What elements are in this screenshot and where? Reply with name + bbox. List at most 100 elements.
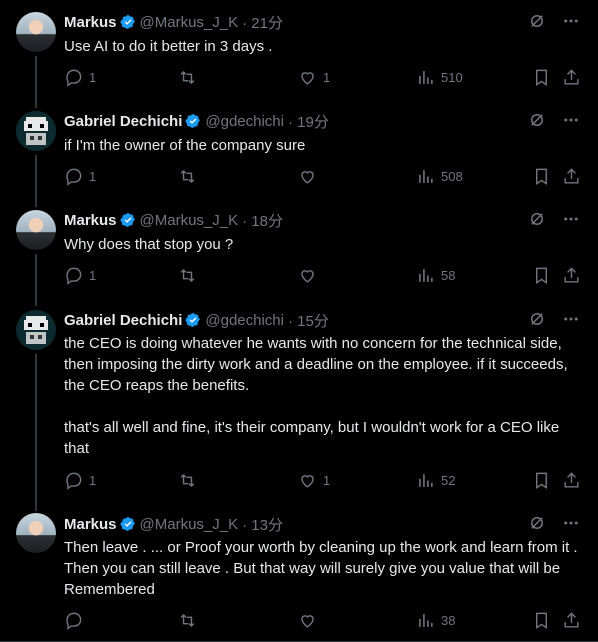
author-name[interactable]: Gabriel Dechichi [64, 113, 182, 130]
author-name[interactable]: Markus [64, 212, 117, 229]
views-icon [419, 614, 433, 627]
tweet-text: the CEO is doing whatever he wants with … [64, 335, 568, 457]
action-bar: 38 [64, 611, 580, 631]
heart-icon [301, 270, 314, 283]
avatar[interactable] [16, 210, 56, 250]
tweet-header: Gabriel Dechichi @gdechichi · 19分 [64, 111, 329, 131]
share-icon [564, 472, 579, 488]
reply-button[interactable]: 1 [64, 167, 96, 186]
bookmark-button[interactable] [532, 611, 551, 630]
reply-icon [66, 69, 82, 87]
author-handle[interactable]: @gdechichi [205, 312, 284, 329]
reply-button[interactable] [64, 611, 89, 630]
avatar[interactable] [16, 111, 56, 151]
repost-button[interactable] [178, 611, 197, 630]
views-button[interactable]: 510 [416, 68, 463, 87]
repost-button[interactable] [178, 471, 197, 490]
grok-icon[interactable] [528, 12, 546, 30]
grok-icon[interactable] [528, 514, 546, 532]
author-handle[interactable]: @Markus_J_K [140, 516, 239, 533]
tweet[interactable]: Markus @Markus_J_K · 18分 Why does that s… [0, 198, 598, 306]
tweet-header: Markus @Markus_J_K · 18分 [64, 210, 283, 230]
tweet-text: Why does that stop you ? [64, 236, 234, 253]
bookmark-button[interactable] [532, 266, 551, 285]
views-button[interactable]: 508 [416, 167, 463, 186]
grok-icon[interactable] [528, 210, 546, 228]
share-button[interactable] [562, 68, 581, 87]
share-button[interactable] [562, 611, 581, 630]
reply-button[interactable]: 1 [64, 266, 96, 285]
verified-badge-icon [185, 313, 201, 327]
repost-icon [180, 613, 195, 628]
repost-icon [180, 268, 195, 283]
like-button[interactable]: 1 [298, 471, 330, 490]
author-handle[interactable]: @Markus_J_K [140, 14, 239, 31]
bookmark-button[interactable] [532, 471, 551, 490]
views-button[interactable]: 58 [416, 266, 455, 285]
bookmark-button[interactable] [532, 167, 551, 186]
repost-button[interactable] [178, 266, 197, 285]
tweet-text: Then leave . ... or Proof your worth by … [64, 539, 578, 598]
views-icon [419, 474, 433, 487]
like-button[interactable] [298, 167, 323, 186]
tweet-header: Markus @Markus_J_K · 13分 [64, 514, 283, 534]
bookmark-button[interactable] [532, 68, 551, 87]
heart-icon [301, 171, 314, 184]
reply-icon [66, 267, 82, 285]
avatar[interactable] [16, 310, 56, 350]
like-count: 1 [323, 70, 331, 85]
verified-badge-icon [185, 114, 201, 128]
tweet[interactable]: Markus @Markus_J_K · 21分 Use AI to do it… [0, 0, 598, 108]
heart-icon [301, 72, 314, 85]
share-button[interactable] [562, 471, 581, 490]
grok-icon[interactable] [528, 310, 546, 328]
author-name[interactable]: Markus [64, 516, 117, 533]
share-button[interactable] [562, 266, 581, 285]
reply-count: 1 [89, 169, 97, 184]
views-button[interactable]: 38 [416, 611, 455, 630]
author-name[interactable]: Markus [64, 14, 117, 31]
pixel-robot-icon [16, 310, 56, 350]
tweet-text: Use AI to do it better in 3 days . [64, 38, 273, 55]
timestamp[interactable]: · 13分 [242, 514, 283, 535]
bookmark-icon [536, 472, 547, 489]
like-button[interactable] [298, 266, 323, 285]
views-icon [419, 71, 433, 84]
tweet[interactable]: Markus @Markus_J_K · 13分 Then leave . ..… [0, 503, 598, 642]
views-button[interactable]: 52 [416, 471, 455, 490]
timestamp[interactable]: · 19分 [288, 111, 329, 132]
share-button[interactable] [562, 167, 581, 186]
grok-icon[interactable] [528, 111, 546, 129]
author-handle[interactable]: @Markus_J_K [140, 212, 239, 229]
avatar[interactable] [16, 12, 56, 52]
like-button[interactable]: 1 [298, 68, 330, 87]
timestamp[interactable]: · 18分 [242, 210, 283, 231]
bookmark-icon [536, 69, 547, 86]
reply-button[interactable]: 1 [64, 68, 96, 87]
tweet[interactable]: Gabriel Dechichi @gdechichi · 15分 the CE… [0, 298, 598, 511]
avatar[interactable] [16, 513, 56, 553]
author-handle[interactable]: @gdechichi [205, 113, 284, 130]
more-icon[interactable] [562, 514, 580, 532]
more-icon[interactable] [562, 210, 580, 228]
repost-icon [180, 70, 195, 85]
timestamp[interactable]: · 15分 [288, 310, 329, 331]
verified-badge-icon [120, 213, 135, 227]
heart-icon [301, 615, 314, 628]
tweet-header: Gabriel Dechichi @gdechichi · 15分 [64, 310, 329, 330]
action-bar: 1 1 52 [64, 471, 580, 491]
timestamp[interactable]: · 21分 [242, 12, 283, 33]
reply-button[interactable]: 1 [64, 471, 96, 490]
author-name[interactable]: Gabriel Dechichi [64, 312, 182, 329]
repost-button[interactable] [178, 68, 197, 87]
reply-icon [66, 168, 82, 186]
more-icon[interactable] [562, 111, 580, 129]
verified-badge-icon [120, 15, 135, 29]
more-icon[interactable] [562, 310, 580, 328]
more-icon[interactable] [562, 12, 580, 30]
repost-icon [180, 169, 195, 184]
like-button[interactable] [298, 611, 323, 630]
tweet-header: Markus @Markus_J_K · 21分 [64, 12, 283, 32]
tweet[interactable]: Gabriel Dechichi @gdechichi · 19分 if I'm… [0, 99, 598, 207]
repost-button[interactable] [178, 167, 197, 186]
